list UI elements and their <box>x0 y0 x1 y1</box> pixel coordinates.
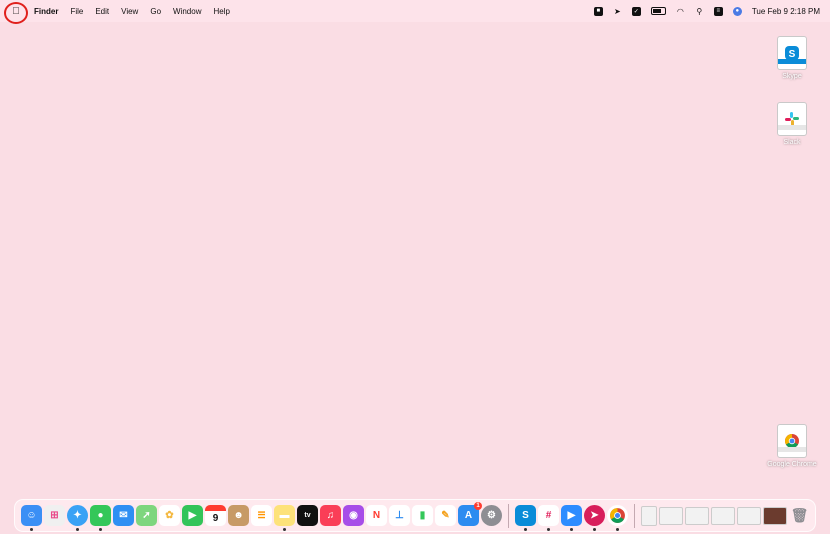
dock-pages-icon[interactable]: ✎ <box>435 505 456 526</box>
running-indicator <box>524 528 527 531</box>
running-indicator <box>30 528 33 531</box>
app-store-letter: A <box>464 510 473 521</box>
dock-contacts-icon[interactable]: ☻ <box>228 505 249 526</box>
status-area: ■ ➤ ✓ ◠ ⚲ ≡ ● Tue Feb 9 2:18 PM <box>593 0 820 22</box>
airmail-status-icon[interactable]: ➤ <box>613 7 622 16</box>
menu-view[interactable]: View <box>115 7 144 16</box>
skype-disk-icon: S <box>777 36 807 70</box>
dock-slack-icon[interactable]: # <box>538 505 559 531</box>
chrome-disk-icon <box>777 424 807 458</box>
dock-app-store-icon[interactable]: A 1 <box>458 502 482 526</box>
checkmark-status-icon[interactable]: ✓ <box>631 6 641 16</box>
desktop-icon-label: Google Chrome <box>767 461 817 468</box>
dock-messages-icon[interactable]: ● <box>90 505 111 531</box>
spotlight-search-icon[interactable]: ⚲ <box>695 7 704 16</box>
running-indicator <box>76 528 79 531</box>
dock-recent-document-icon[interactable] <box>641 505 657 526</box>
menu-go[interactable]: Go <box>144 7 167 16</box>
desktop-icon-google-chrome[interactable]: Google Chrome <box>762 424 822 468</box>
dock-notes-icon[interactable]: ▬ <box>274 505 295 531</box>
dock-safari-icon[interactable]: ✦ <box>67 505 88 531</box>
apple-logo-icon:  <box>12 6 20 17</box>
running-indicator <box>547 528 550 531</box>
calendar-month-band <box>205 505 226 511</box>
dock-recent-photo-thumb[interactable] <box>763 506 787 525</box>
apple-tv-label: tv <box>304 512 311 519</box>
running-indicator <box>616 528 619 531</box>
dock-facetime-icon[interactable]: ▶ <box>182 505 203 526</box>
dock-calendar-icon[interactable]: 9 <box>205 505 226 526</box>
dock-trash-icon[interactable]: 🗑 <box>789 505 810 526</box>
battery-icon[interactable] <box>650 7 666 15</box>
chrome-disk-stripe <box>778 447 806 452</box>
screen-recorder-icon[interactable]: ■ <box>593 6 603 16</box>
menu-edit[interactable]: Edit <box>89 7 115 16</box>
dock-podcasts-icon[interactable]: ◉ <box>343 505 364 526</box>
dock-separator <box>634 503 635 528</box>
running-indicator <box>283 528 286 531</box>
desktop-icon-label: Slack <box>783 139 801 146</box>
desktop-icon-label: Skype <box>782 73 802 80</box>
dock-numbers-icon[interactable]: ▮ <box>412 505 433 526</box>
menu-bar:  Finder File Edit View Go Window Help ■… <box>0 0 830 24</box>
dock-airmail-icon[interactable]: ➤ <box>584 505 605 531</box>
control-center-icon[interactable]: ≡ <box>713 6 723 16</box>
dock-finder-icon[interactable]: ☺ <box>21 505 42 531</box>
dock-launchpad-icon[interactable]: ⊞ <box>44 505 65 526</box>
menu-file[interactable]: File <box>64 7 89 16</box>
dock-recent-screenshot-thumb[interactable] <box>737 506 761 525</box>
dock-recent-screenshot-thumb[interactable] <box>711 506 735 525</box>
dock-maps-icon[interactable]: ➚ <box>136 505 157 526</box>
apple-menu[interactable]:  <box>0 0 32 24</box>
menu-finder[interactable]: Finder <box>32 7 64 16</box>
dock: ☺ ⊞ ✦ ● ✉ ➚ ✿ ▶ 9 ☻ ☰ ▬ tv ♫ ◉ N ⊥ ▮ ✎ A… <box>14 499 816 532</box>
calendar-day: 9 <box>212 512 219 524</box>
slack-disk-stripe <box>778 125 806 130</box>
dock-mail-icon[interactable]: ✉ <box>113 505 134 526</box>
notification-badge: 1 <box>474 502 482 510</box>
slack-disk-icon <box>777 102 807 136</box>
desktop-icon-slack[interactable]: Slack <box>762 102 822 146</box>
dock-zoom-icon[interactable]: ▶ <box>561 505 582 531</box>
skype-letter: S <box>522 510 529 521</box>
running-indicator <box>593 528 596 531</box>
dock-recent-screenshot-thumb[interactable] <box>685 506 709 525</box>
desktop-icon-skype[interactable]: S Skype <box>762 36 822 80</box>
dock-photos-icon[interactable]: ✿ <box>159 505 180 526</box>
dock-reminders-icon[interactable]: ☰ <box>251 505 272 526</box>
dock-apple-tv-icon[interactable]: tv <box>297 505 318 526</box>
dock-recent-screenshot-thumb[interactable] <box>659 506 683 525</box>
dock-keynote-icon[interactable]: ⊥ <box>389 505 410 526</box>
running-indicator <box>99 528 102 531</box>
siri-icon[interactable]: ● <box>732 6 742 16</box>
running-indicator <box>570 528 573 531</box>
dock-system-preferences-icon[interactable]: ⚙ <box>481 505 502 526</box>
menu-clock[interactable]: Tue Feb 9 2:18 PM <box>752 7 820 16</box>
news-letter: N <box>372 510 381 521</box>
dock-skype-icon[interactable]: S <box>515 505 536 531</box>
chrome-logo-icon <box>610 508 625 523</box>
skype-disk-stripe <box>778 59 806 64</box>
menu-window[interactable]: Window <box>167 7 207 16</box>
wifi-icon[interactable]: ◠ <box>676 7 685 16</box>
dock-music-icon[interactable]: ♫ <box>320 505 341 526</box>
dock-chrome-icon[interactable] <box>607 505 628 531</box>
dock-news-icon[interactable]: N <box>366 505 387 526</box>
menu-help[interactable]: Help <box>207 7 235 16</box>
dock-separator <box>508 503 509 528</box>
